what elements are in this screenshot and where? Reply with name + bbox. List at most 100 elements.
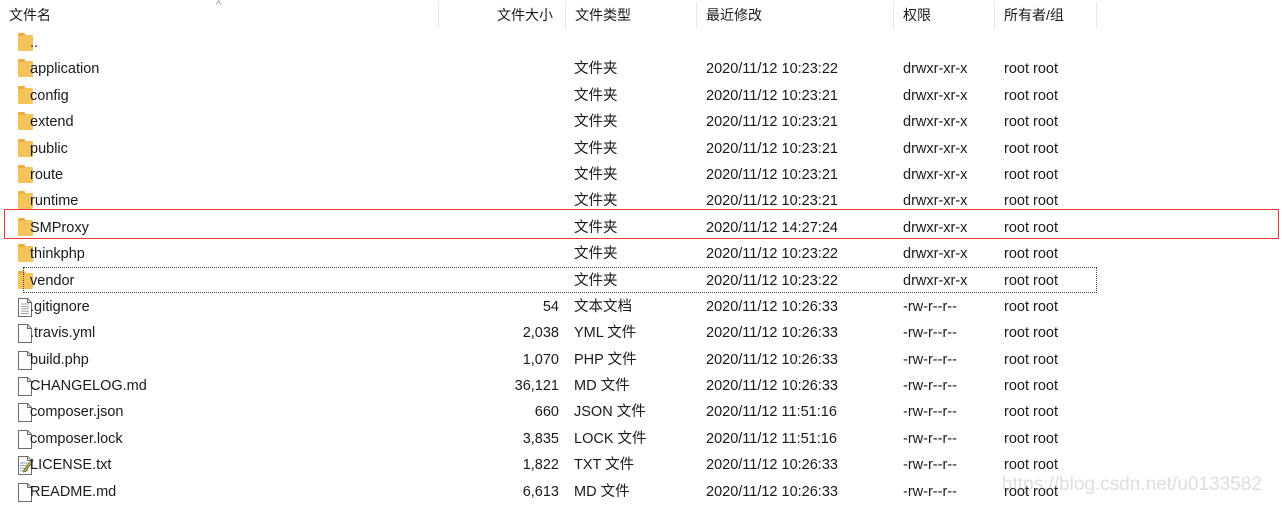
file-name: composer.json	[30, 404, 124, 421]
file-row[interactable]: runtime 文件夹 2020/11/12 10:23:21 drwxr-xr…	[0, 188, 1282, 214]
row-icon	[8, 215, 33, 241]
column-header-modified[interactable]: 最近修改	[706, 0, 762, 30]
column-header-bar: 文件名 ^ 文件大小 文件类型 最近修改 权限 所有者/组	[0, 0, 1100, 30]
file-name: build.php	[30, 351, 89, 368]
column-header-owner[interactable]: 所有者/组	[1004, 0, 1064, 30]
file-permissions: drwxr-xr-x	[903, 140, 968, 157]
file-row[interactable]: extend 文件夹 2020/11/12 10:23:21 drwxr-xr-…	[0, 109, 1282, 135]
file-permissions: -rw-r--r--	[903, 404, 957, 421]
file-size: 1,822	[522, 457, 559, 474]
file-type: 文件夹	[574, 193, 618, 210]
row-icon	[8, 320, 32, 346]
row-icon	[8, 268, 33, 294]
file-size: 3,835	[522, 430, 559, 447]
file-name: thinkphp	[30, 246, 85, 263]
file-name: extend	[30, 114, 74, 131]
file-size: 54	[542, 298, 559, 315]
file-owner: root root	[1004, 87, 1058, 104]
file-type: TXT 文件	[574, 457, 635, 474]
file-type: 文本文档	[574, 298, 632, 315]
file-modified: 2020/11/12 10:23:21	[706, 87, 838, 104]
column-divider[interactable]	[438, 2, 439, 28]
file-permissions: -rw-r--r--	[903, 325, 957, 342]
file-row[interactable]: SMProxy 文件夹 2020/11/12 14:27:24 drwxr-xr…	[0, 215, 1282, 241]
file-permissions: -rw-r--r--	[903, 351, 957, 368]
file-permissions: -rw-r--r--	[903, 457, 957, 474]
file-size: 36,121	[514, 378, 559, 395]
column-header-type[interactable]: 文件类型	[575, 0, 631, 30]
file-owner: root root	[1004, 166, 1058, 183]
file-name: .travis.yml	[30, 325, 96, 342]
file-modified: 2020/11/12 11:51:16	[706, 430, 837, 447]
file-owner: root root	[1004, 272, 1058, 289]
file-owner: root root	[1004, 140, 1058, 157]
row-icon	[8, 294, 32, 320]
file-owner: root root	[1004, 483, 1058, 500]
column-header-size[interactable]: 文件大小	[497, 0, 553, 30]
file-modified: 2020/11/12 11:51:16	[706, 404, 837, 421]
row-icon	[8, 30, 33, 56]
file-modified: 2020/11/12 10:23:21	[706, 166, 838, 183]
file-owner: root root	[1004, 457, 1058, 474]
column-divider[interactable]	[1096, 2, 1097, 28]
row-icon	[8, 347, 32, 373]
file-name: SMProxy	[30, 219, 89, 236]
column-divider[interactable]	[696, 2, 697, 28]
row-icon	[8, 479, 32, 505]
file-owner: root root	[1004, 378, 1058, 395]
file-row[interactable]: route 文件夹 2020/11/12 10:23:21 drwxr-xr-x…	[0, 162, 1282, 188]
file-permissions: drwxr-xr-x	[903, 219, 968, 236]
column-header-permissions[interactable]: 权限	[903, 0, 931, 30]
file-row[interactable]: application 文件夹 2020/11/12 10:23:22 drwx…	[0, 56, 1282, 82]
file-row[interactable]: LICENSE.txt 1,822 TXT 文件 2020/11/12 10:2…	[0, 452, 1282, 478]
file-row[interactable]: vendor 文件夹 2020/11/12 10:23:22 drwxr-xr-…	[0, 268, 1282, 294]
file-row[interactable]: .travis.yml 2,038 YML 文件 2020/11/12 10:2…	[0, 320, 1282, 346]
file-row[interactable]: build.php 1,070 PHP 文件 2020/11/12 10:26:…	[0, 347, 1282, 373]
file-modified: 2020/11/12 10:26:33	[706, 298, 838, 315]
file-row[interactable]: .gitignore 54 文本文档 2020/11/12 10:26:33 -…	[0, 294, 1282, 320]
file-permissions: drwxr-xr-x	[903, 114, 968, 131]
file-name: application	[30, 61, 100, 78]
row-icon	[8, 241, 33, 267]
file-type: 文件夹	[574, 246, 618, 263]
column-divider[interactable]	[893, 2, 894, 28]
file-type: MD 文件	[574, 483, 630, 500]
column-divider[interactable]	[565, 2, 566, 28]
file-modified: 2020/11/12 10:26:33	[706, 457, 838, 474]
file-owner: root root	[1004, 219, 1058, 236]
file-modified: 2020/11/12 10:23:22	[706, 61, 838, 78]
file-row[interactable]: config 文件夹 2020/11/12 10:23:21 drwxr-xr-…	[0, 83, 1282, 109]
file-permissions: drwxr-xr-x	[903, 166, 968, 183]
row-icon	[8, 188, 33, 214]
file-type: 文件夹	[574, 272, 618, 289]
row-icon	[8, 56, 33, 82]
file-name: route	[30, 166, 64, 183]
row-icon	[8, 426, 32, 452]
row-icon	[8, 136, 33, 162]
file-modified: 2020/11/12 10:26:33	[706, 351, 838, 368]
file-modified: 2020/11/12 10:23:21	[706, 114, 838, 131]
file-modified: 2020/11/12 10:23:22	[706, 272, 838, 289]
file-row[interactable]: composer.json 660 JSON 文件 2020/11/12 11:…	[0, 399, 1282, 425]
file-permissions: -rw-r--r--	[903, 298, 957, 315]
file-size: 2,038	[522, 325, 559, 342]
file-name: .gitignore	[30, 298, 90, 315]
file-modified: 2020/11/12 10:26:33	[706, 483, 838, 500]
file-row[interactable]: public 文件夹 2020/11/12 10:23:21 drwxr-xr-…	[0, 136, 1282, 162]
file-type: PHP 文件	[574, 351, 637, 368]
file-name: CHANGELOG.md	[30, 378, 147, 395]
file-row[interactable]: ..	[0, 30, 1282, 56]
file-permissions: drwxr-xr-x	[903, 87, 968, 104]
file-size: 1,070	[522, 351, 559, 368]
file-type: 文件夹	[574, 219, 618, 236]
column-divider[interactable]	[994, 2, 995, 28]
file-row[interactable]: composer.lock 3,835 LOCK 文件 2020/11/12 1…	[0, 426, 1282, 452]
column-header-name[interactable]: 文件名	[9, 0, 51, 30]
file-permissions: drwxr-xr-x	[903, 272, 968, 289]
file-owner: root root	[1004, 114, 1058, 131]
file-row[interactable]: README.md 6,613 MD 文件 2020/11/12 10:26:3…	[0, 479, 1282, 505]
file-modified: 2020/11/12 10:23:21	[706, 193, 838, 210]
file-row[interactable]: thinkphp 文件夹 2020/11/12 10:23:22 drwxr-x…	[0, 241, 1282, 267]
file-row[interactable]: CHANGELOG.md 36,121 MD 文件 2020/11/12 10:…	[0, 373, 1282, 399]
file-permissions: drwxr-xr-x	[903, 246, 968, 263]
